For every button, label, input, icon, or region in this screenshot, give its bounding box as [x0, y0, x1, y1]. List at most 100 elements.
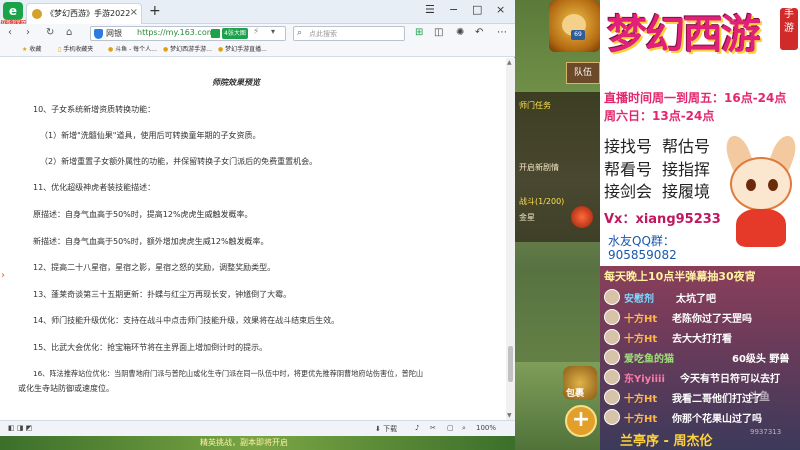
chat-message: 十方Ht 老陈你过了天罡吗 — [604, 308, 798, 326]
screen: e 双核浏览器 《梦幻西游》手游2022年1月1... × + ☰ − □ × … — [0, 0, 800, 450]
status-bar: ◧ ◨ ◩ ⬇ 下载 ♪ ✂ ▢ ⌕ 100% — [0, 420, 515, 436]
chat-text: 去大大打打看 — [672, 334, 732, 345]
game-bottom-strip: 精英挑战，副本即将开启 — [0, 436, 515, 450]
now-playing: 兰亭序 - 周杰伦 — [620, 434, 713, 449]
chat-message: 爱吃鱼的猫 60级头 野兽 — [604, 348, 798, 366]
service-item: 帮估号 — [662, 137, 711, 156]
address-bar[interactable]: 网银 https://my.163.com 4张大图 ⚡ ▾ — [90, 26, 286, 41]
grid-icon[interactable]: ◫ — [434, 27, 443, 38]
chat-message: 安慰剂 太坑了吧 — [604, 288, 798, 306]
new-tab-button[interactable]: + — [149, 3, 161, 19]
tab-active[interactable]: 《梦幻西游》手游2022年1月1... × — [26, 3, 142, 24]
back-button[interactable]: ‹ — [8, 27, 12, 38]
service-item: 帮看号 — [604, 160, 653, 179]
zoom-level[interactable]: 100% — [476, 424, 496, 432]
quest-line[interactable]: 战斗(1/200) — [519, 196, 564, 207]
chat-text: 60级头 野兽 — [732, 354, 790, 365]
paragraph: 12、提高二十八星宿，星宿之影，星宿之怒的奖励，调整奖励类型。 — [33, 263, 276, 272]
bottom-strip-text: 精英挑战，副本即将开启 — [200, 438, 288, 447]
paragraph: 13、蓬莱奇谈第三十五期更新：扑蝶与红尘万再现长安，钟馗倒了大霉。 — [33, 290, 292, 299]
scroll-up-icon[interactable]: ▲ — [507, 59, 512, 66]
page-content: › 师院效果预览 10、子女系统新增资质转换功能： （1）新增"洗髓仙果"道具，… — [0, 58, 506, 420]
tab-bar: e 双核浏览器 《梦幻西游》手游2022年1月1... × + ☰ − □ × — [0, 0, 515, 27]
minimize-button[interactable]: − — [449, 3, 458, 16]
tab-title: 《梦幻西游》手游2022年1月1... — [46, 9, 130, 18]
bookmark-douyu[interactable]: ● 斗鱼 - 每个人... — [108, 44, 157, 53]
favicon-icon — [32, 9, 42, 19]
chat-username: 十方Ht — [624, 414, 658, 425]
plus-button[interactable]: + — [565, 405, 597, 437]
quest-line[interactable]: 师门任务 — [519, 100, 551, 111]
bookmark-mobile[interactable]: ▯ 手机收藏夹 — [58, 44, 93, 53]
close-window-button[interactable]: × — [496, 3, 505, 16]
chat-username: 东Yiyiiii — [624, 374, 665, 385]
browser-window: e 双核浏览器 《梦幻西游》手游2022年1月1... × + ☰ − □ × … — [0, 0, 515, 450]
chevron-right-icon[interactable]: › — [1, 270, 5, 281]
scroll-down-icon[interactable]: ▼ — [507, 412, 512, 419]
maximize-button[interactable]: □ — [472, 3, 482, 16]
image-count-badge[interactable]: 4张大图 — [222, 28, 248, 39]
tab-close-icon[interactable]: × — [130, 7, 138, 18]
game-view: 69 队伍 师门任务 开启新剧情 战斗(1/200) 金星 包裹 + — [515, 0, 600, 450]
shield-icon — [94, 29, 103, 39]
forward-button[interactable]: › — [26, 27, 30, 38]
quest-line[interactable]: 金星 — [519, 212, 535, 223]
avatar — [604, 409, 620, 425]
url-text[interactable]: https://my.163.com — [137, 28, 215, 37]
menu-icon[interactable]: ☰ — [425, 3, 435, 16]
paragraph: 原描述：自身气血高于50%时，提高12%虎虎生威触发概率。 — [33, 210, 253, 219]
home-button[interactable]: ⌂ — [66, 27, 72, 38]
search-input[interactable]: ⌕ 点此搜索 — [293, 26, 405, 41]
scissors-icon[interactable]: ✂ — [430, 424, 436, 432]
fire-orb-icon[interactable] — [571, 206, 593, 228]
refresh-button[interactable]: ↻ — [46, 27, 54, 38]
paragraph: 10、子女系统新增资质转换功能： — [33, 105, 156, 114]
bag-label: 包裹 — [566, 389, 585, 399]
avatar — [604, 309, 620, 325]
paragraph: （2）新增重置子女额外属性的功能，并保留转换子女门派后的免费重置机会。 — [40, 157, 318, 166]
status-dots-icon[interactable]: ◧ ◨ ◩ — [8, 424, 32, 432]
scrollbar-thumb[interactable] — [508, 346, 513, 382]
avatar — [604, 329, 620, 345]
screenshot-icon[interactable]: ⊞ — [415, 27, 423, 38]
download-button[interactable]: ⬇ 下载 — [375, 424, 397, 434]
room-number: 9937313 — [750, 428, 782, 436]
team-button[interactable]: 队伍 — [566, 62, 600, 84]
bookmarks-bar: ★ 收藏 ▯ 手机收藏夹 ● 斗鱼 - 每个人... ● 梦幻西游手游... ●… — [0, 43, 515, 57]
gear-icon[interactable]: ✺ — [456, 27, 464, 38]
zoom-icon[interactable]: ⌕ — [462, 424, 466, 433]
qq-group-number: 905859082 — [608, 248, 677, 262]
navigation-bar: ‹ › ↻ ⌂ 网银 https://my.163.com 4张大图 ⚡ ▾ ⌕… — [0, 24, 515, 43]
undo-icon[interactable]: ↶ — [475, 27, 483, 38]
chat-username: 十方Ht — [624, 394, 658, 405]
quest-line[interactable]: 开启新剧情 — [519, 162, 559, 173]
game-logo: 梦幻西游 — [607, 11, 761, 58]
search-icon: ⌕ — [297, 28, 303, 38]
chat-username: 十方Ht — [624, 334, 658, 345]
bank-label[interactable]: 网银 — [106, 28, 122, 39]
chat-text: 太坑了吧 — [676, 294, 716, 305]
paragraph: 15、比武大会优化：抢宝箱环节将在主界面上增加倒计时的提示。 — [33, 343, 268, 352]
bookmark-live[interactable]: ● 梦幻手游直播... — [218, 44, 267, 53]
window-icon[interactable]: ▢ — [447, 424, 454, 432]
paragraph: 或化生寺站防御或速度位。 — [18, 384, 114, 393]
browser-logo-icon[interactable]: e — [3, 2, 23, 20]
paragraph: 16、阵法推荐站位优化：当阴曹地府门派与普陀山或化生寺门派在同一队伍中时，将更优… — [33, 369, 424, 378]
wechat-id: Vx：xiang95233 — [604, 212, 721, 227]
avatar — [604, 389, 620, 405]
vertical-scrollbar[interactable]: ▲ ▼ — [506, 58, 515, 420]
game-scene — [515, 242, 600, 362]
chevron-down-icon[interactable]: ▾ — [271, 27, 275, 36]
douyu-watermark: 斗鱼 — [748, 390, 770, 403]
bookmark-favorites[interactable]: ★ 收藏 — [22, 44, 41, 53]
bolt-icon[interactable]: ⚡ — [253, 27, 259, 37]
extension-icon[interactable] — [211, 29, 220, 38]
chat-message: 十方Ht 你那个花果山过了吗 — [604, 408, 798, 426]
paragraph: 14、师门技能升级优化：支持在战斗中点击师门技能升级，效果将在战斗结束后生效。 — [33, 316, 340, 325]
chat-message: 十方Ht 去大大打打看 — [604, 328, 798, 346]
bookmark-mhxy[interactable]: ● 梦幻西游手游... — [163, 44, 212, 53]
more-icon[interactable]: ⋯ — [497, 27, 507, 38]
chat-message: 东Yiyiiii 今天有节日符可以去打 — [604, 368, 798, 386]
player-avatar[interactable]: 69 — [549, 0, 600, 52]
speaker-icon[interactable]: ♪ — [415, 424, 419, 432]
